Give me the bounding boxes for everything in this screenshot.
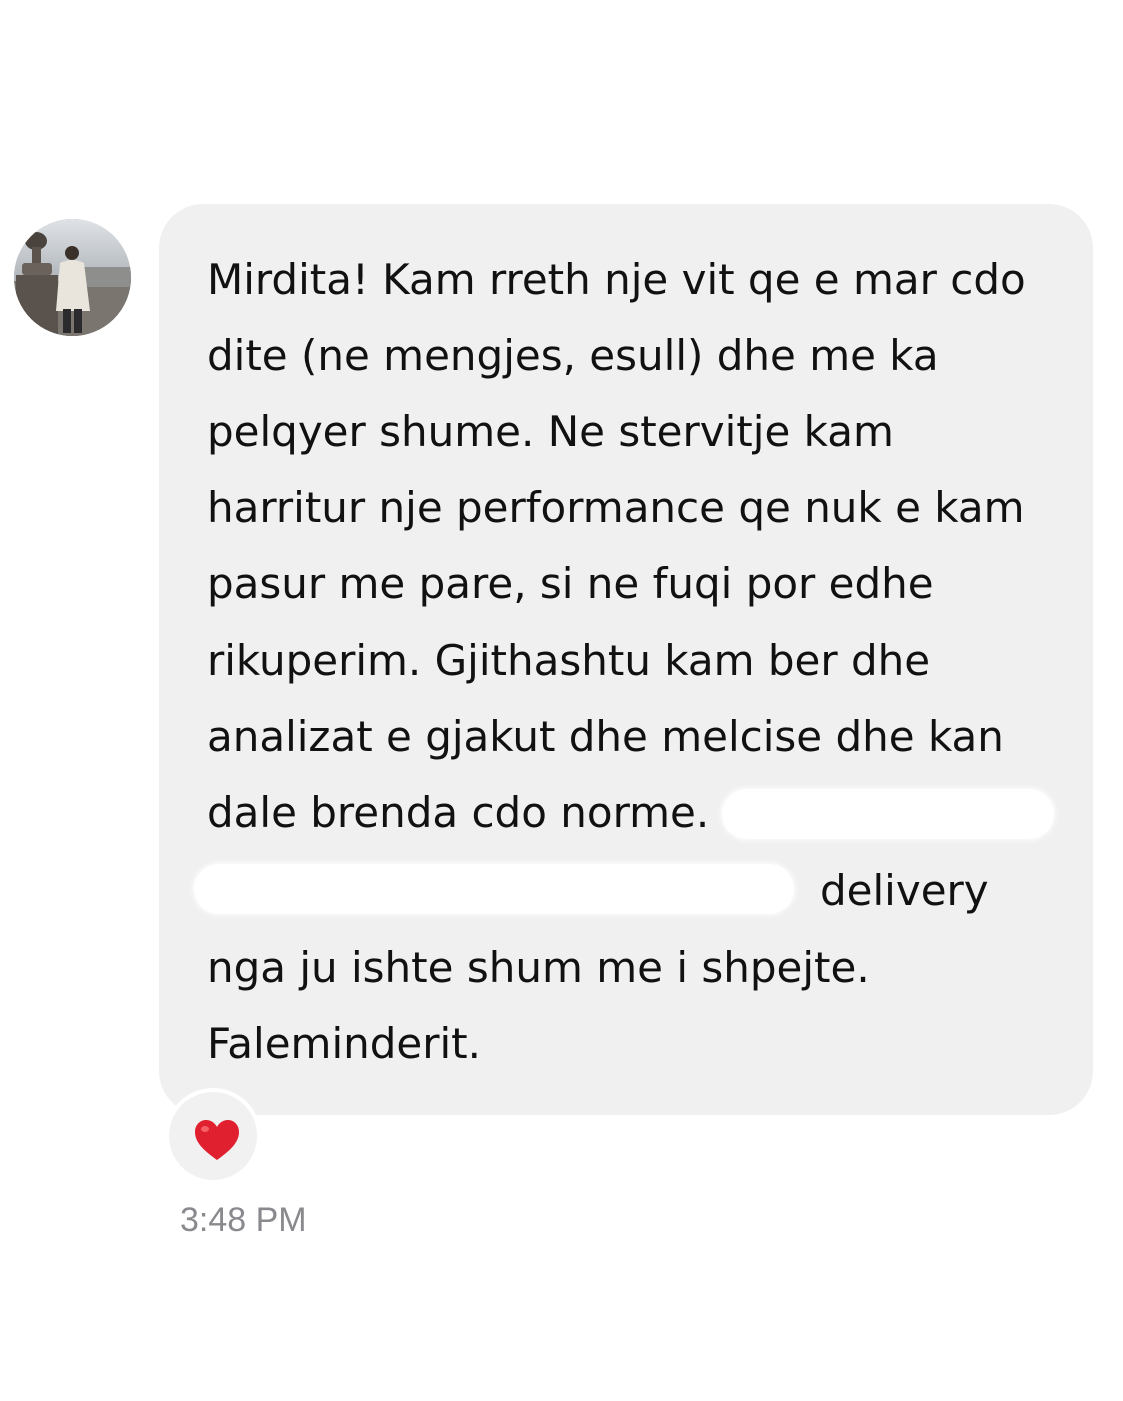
sender-avatar[interactable]	[14, 219, 131, 336]
message-line: pasur me pare, si ne fuqi por edhe	[207, 559, 934, 608]
redacted-text	[722, 789, 1054, 839]
message-line: harritur nje performance qe nuk e kam	[207, 483, 1025, 532]
message-line: delivery	[820, 866, 989, 915]
message-line: Mirdita! Kam rreth nje vit qe e mar cdo	[207, 255, 1026, 304]
redacted-text	[194, 864, 794, 914]
message-line: dale brenda cdo norme.	[207, 788, 710, 837]
message-timestamp: 3:48 PM	[180, 1201, 307, 1239]
message-line: rikuperim. Gjithashtu kam ber dhe	[207, 636, 931, 685]
profile-photo-avatar	[14, 219, 131, 336]
message-line: dite (ne mengjes, esull) dhe me ka	[207, 331, 939, 380]
message-line: pelqyer shume. Ne stervitje kam	[207, 407, 894, 456]
red-heart-icon	[195, 1120, 239, 1160]
message-reaction[interactable]	[165, 1088, 261, 1184]
message-line: nga ju ishte shum me i shpejte.	[207, 943, 870, 992]
message-line: analizat e gjakut dhe melcise dhe kan	[207, 712, 1004, 761]
message-line: Faleminderit.	[207, 1019, 482, 1068]
